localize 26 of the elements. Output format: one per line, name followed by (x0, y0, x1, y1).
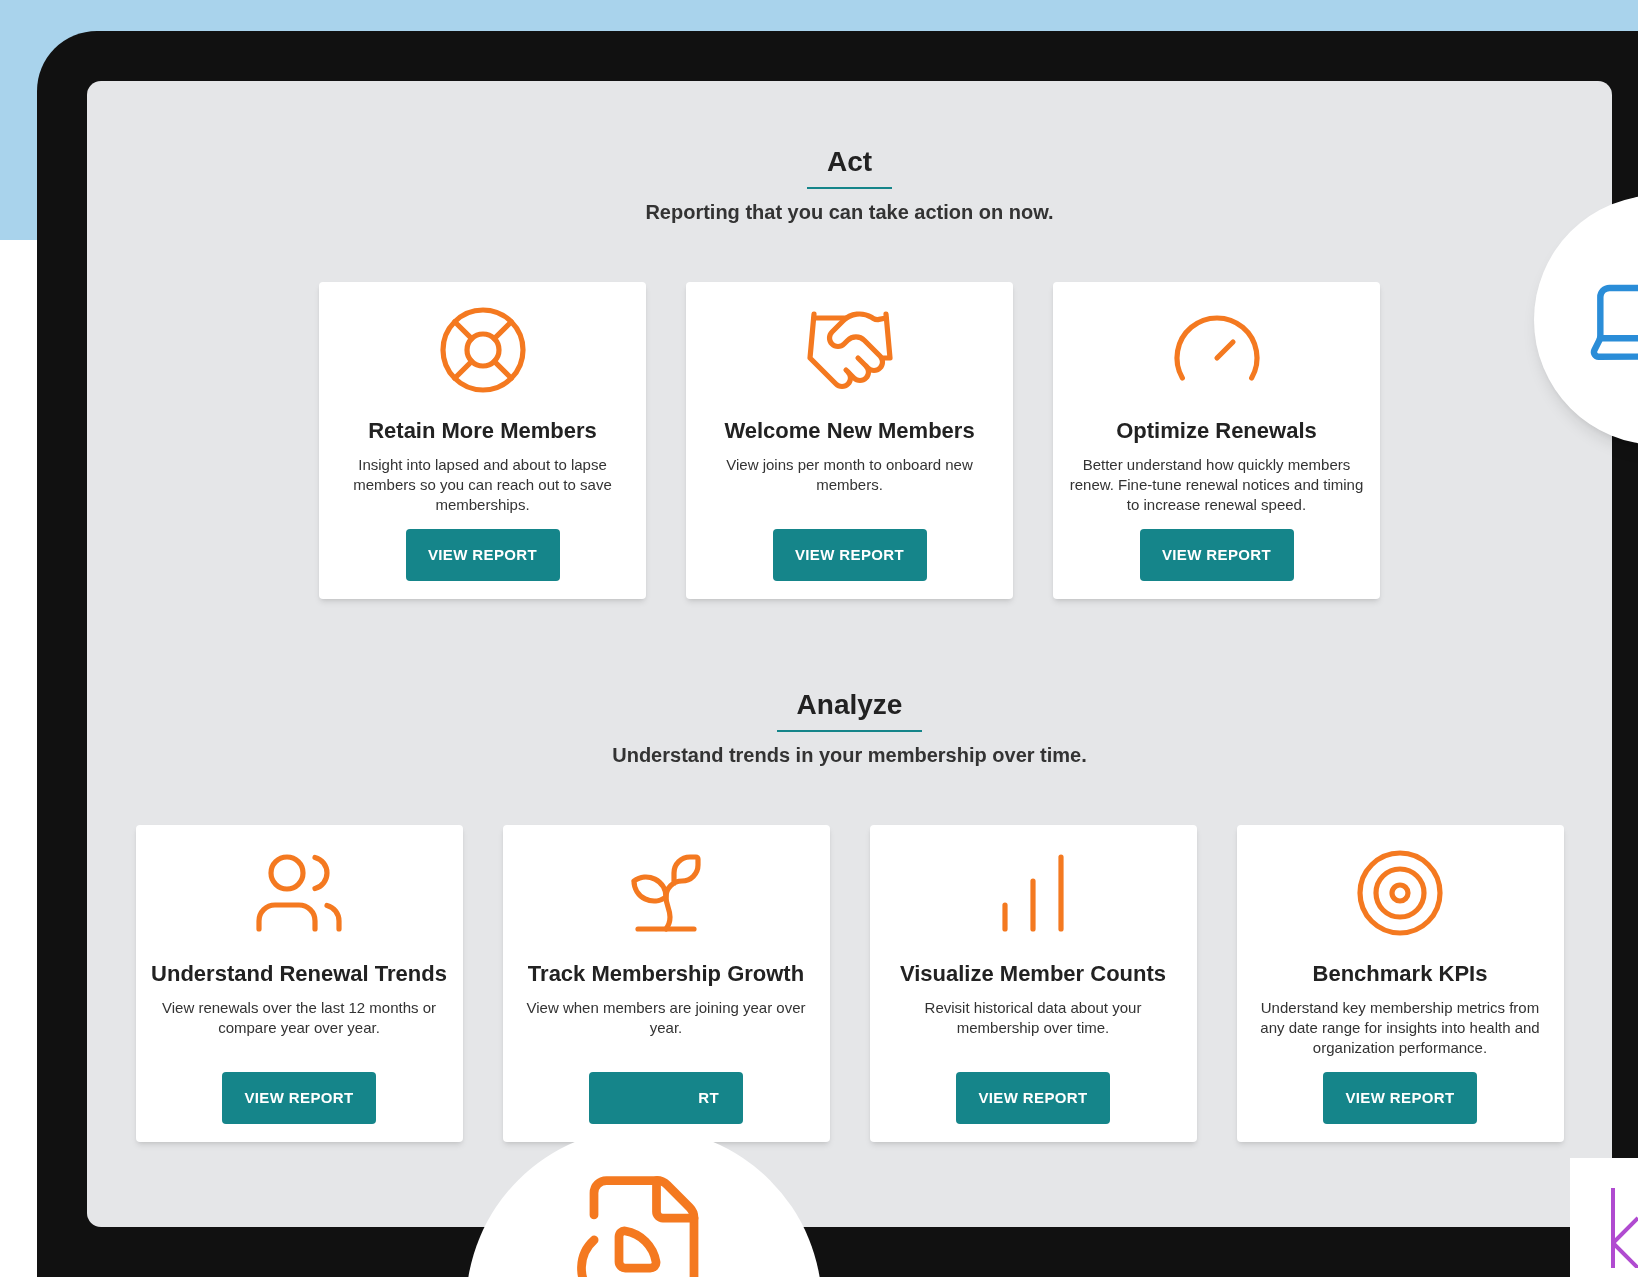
view-report-button[interactable]: VIEW REPORT (405, 529, 560, 581)
card-description: Understand key membership metrics from any date range for insights into health and organization performance. (1259, 998, 1541, 1058)
logo-icon (1610, 1188, 1638, 1268)
card-description: Better understand how quickly members renew. Fine-tune renewal notices and timing to increase renewal speed. (1069, 455, 1364, 515)
view-report-button[interactable]: VIEW REPORT (956, 1072, 1110, 1124)
view-report-button[interactable]: VIEW REPORT (772, 529, 927, 581)
card-description: Revisit historical data about your membership over time. (923, 998, 1143, 1038)
card-title: Optimize Renewals (1116, 417, 1317, 445)
section-subtitle: Reporting that you can take action on now. (645, 200, 1054, 225)
card-description: View when members are joining year over year. (525, 998, 807, 1038)
card-title: Understand Renewal Trends (151, 960, 447, 988)
view-report-button[interactable]: VIEW REPORT (1139, 529, 1294, 581)
section-title: Analyze (776, 684, 923, 732)
card-description: Insight into lapsed and about to lapse members so you can reach out to save memberships. (352, 455, 613, 515)
section-subtitle: Understand trends in your membership over time. (612, 743, 1087, 768)
card-title: Welcome New Members (724, 417, 975, 445)
card-title: Retain More Members (368, 417, 597, 445)
card-description: View joins per month to onboard new members. (725, 455, 974, 495)
card-description: View renewals over the last 12 months or compare year over year. (161, 998, 437, 1038)
view-report-button[interactable]: VIEW REPORT (222, 1072, 376, 1124)
card-title: Visualize Member Counts (899, 960, 1167, 988)
card-title: Benchmark KPIs (1312, 960, 1488, 988)
section-title: Act (806, 141, 893, 189)
view-report-button[interactable]: RT (589, 1072, 743, 1124)
card-title: Track Membership Growth (527, 960, 805, 988)
view-report-button[interactable]: VIEW REPORT (1323, 1072, 1477, 1124)
